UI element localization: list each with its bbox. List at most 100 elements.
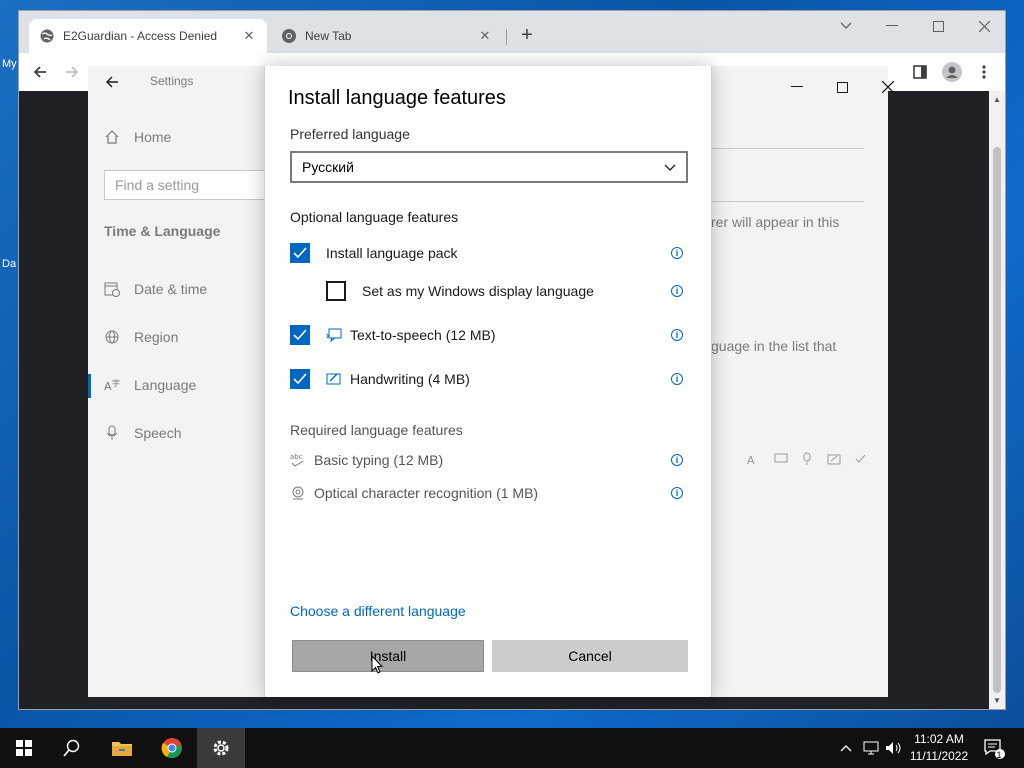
close-window-icon[interactable] (961, 11, 1007, 41)
required-feature-basic-typing: abc Basic typing (12 MB) i (290, 450, 688, 470)
feature-label: Basic typing (12 MB) (314, 452, 444, 468)
home-icon (104, 129, 120, 145)
minimize-icon[interactable] (869, 11, 915, 41)
globe-icon (39, 28, 55, 44)
sidebar-item-language[interactable]: A字 Language (104, 377, 196, 393)
taskbar-clock[interactable]: 11:02 AM 11/11/2022 (904, 731, 974, 765)
chevron-down-icon (664, 159, 676, 175)
abc-check-icon (855, 454, 866, 463)
chevron-up-icon[interactable] (838, 728, 854, 768)
network-icon[interactable] (862, 728, 882, 768)
abc-check-icon: abc (290, 452, 306, 468)
checkbox-checked-icon[interactable] (290, 369, 310, 389)
sidebar-item-label: Region (134, 329, 179, 345)
info-icon[interactable]: i (671, 487, 683, 499)
taskbar: 11:02 AM 11/11/2022 1 (0, 728, 1024, 768)
minimize-icon[interactable] (774, 72, 820, 102)
search-icon[interactable] (48, 728, 96, 768)
svg-text:A: A (104, 380, 112, 393)
maximize-icon[interactable] (819, 72, 865, 102)
chrome-icon (281, 28, 297, 44)
back-arrow-icon[interactable] (104, 74, 120, 90)
section-title: Time & Language (104, 223, 221, 239)
info-icon[interactable]: i (671, 373, 683, 385)
back-arrow-icon[interactable] (27, 59, 53, 85)
calendar-clock-icon (104, 281, 120, 297)
scroll-down-icon[interactable]: ▼ (993, 696, 1001, 705)
info-icon[interactable]: i (671, 285, 683, 297)
tab-divider (506, 29, 507, 45)
settings-gear-icon[interactable] (197, 728, 245, 768)
desktop-icon-label[interactable]: My (2, 58, 17, 70)
feature-label: Optical character recognition (1 MB) (314, 485, 539, 501)
selected-language: Русский (302, 159, 354, 175)
desktop-icon-label[interactable]: Da (2, 258, 16, 270)
new-tab-button[interactable]: + (515, 23, 539, 47)
feature-label: Handwriting (4 MB) (350, 371, 470, 387)
feature-icons-row: A (747, 450, 867, 468)
bg-field (711, 178, 864, 202)
sidebar-item-label: Language (134, 377, 197, 393)
mouse-cursor-icon (371, 654, 385, 675)
dialog-title: Install language features (288, 87, 506, 109)
preferred-language-dropdown[interactable]: Русский (290, 151, 688, 183)
globe-icon (104, 329, 120, 345)
microphone-icon (104, 425, 120, 441)
feature-set-display-language[interactable]: Set as my Windows display language i (290, 279, 688, 303)
scroll-thumb[interactable] (993, 147, 1001, 693)
background-text: rer will appear in this (711, 214, 840, 230)
choose-different-language-link[interactable]: Choose a different language (290, 603, 466, 619)
feature-handwriting[interactable]: Handwriting (4 MB) i (290, 367, 688, 391)
settings-search-input[interactable]: Find a setting (104, 170, 274, 200)
language-icon: A (747, 454, 755, 466)
divider (711, 148, 864, 149)
clock-date: 11/11/2022 (909, 749, 969, 763)
clock-time: 11:02 AM (914, 732, 964, 746)
install-button[interactable]: Install (292, 640, 484, 672)
sidebar-item-label: Date & time (134, 281, 208, 297)
tab-access-denied[interactable]: E2Guardian - Access Denied ✕ (29, 19, 267, 53)
file-explorer-icon[interactable] (98, 728, 146, 768)
sidebar-item-date-time[interactable]: Date & time (104, 281, 207, 297)
install-language-dialog: Install language features Preferred lang… (264, 66, 712, 697)
close-tab-icon[interactable]: ✕ (241, 28, 257, 44)
chrome-icon[interactable] (148, 728, 196, 768)
windows-start-icon[interactable] (0, 728, 48, 768)
microphone-icon (803, 452, 811, 465)
info-icon[interactable]: i (671, 454, 683, 466)
ocr-icon (290, 485, 306, 501)
forward-arrow-icon[interactable] (59, 59, 85, 85)
info-icon[interactable]: i (671, 329, 683, 341)
feature-label: Install language pack (326, 245, 458, 261)
info-icon[interactable]: i (671, 247, 683, 259)
required-feature-ocr: Optical character recognition (1 MB) i (290, 483, 688, 503)
sidebar-item-region[interactable]: Region (104, 329, 178, 345)
profile-avatar-icon[interactable] (939, 59, 965, 85)
kebab-menu-icon[interactable] (971, 59, 997, 85)
sidebar-item-speech[interactable]: Speech (104, 425, 181, 441)
background-text: guage in the list that (711, 338, 837, 354)
handwriting-icon (326, 371, 342, 387)
checkbox-checked-icon[interactable] (290, 243, 310, 263)
feature-label: Set as my Windows display language (362, 283, 594, 299)
close-tab-icon[interactable]: ✕ (477, 28, 493, 44)
settings-header-title: Settings (150, 74, 194, 88)
checkbox-unchecked-icon[interactable] (326, 281, 346, 301)
selected-indicator (88, 374, 91, 398)
sidebar-item-home[interactable]: Home (104, 129, 171, 145)
cancel-button[interactable]: Cancel (492, 640, 688, 672)
close-window-icon[interactable] (865, 72, 911, 102)
feature-install-language-pack[interactable]: Install language pack i (290, 241, 688, 265)
feature-text-to-speech[interactable]: Text-to-speech (12 MB) i (290, 323, 688, 347)
speech-bubble-icon (774, 453, 787, 463)
svg-text:A: A (747, 454, 755, 466)
notification-center-icon[interactable]: 1 (980, 728, 1008, 768)
tab-search-icon[interactable] (823, 11, 869, 41)
checkbox-checked-icon[interactable] (290, 325, 310, 345)
maximize-icon[interactable] (915, 11, 961, 41)
scroll-up-icon[interactable]: ▲ (993, 95, 1001, 104)
tab-new-tab[interactable]: New Tab ✕ (271, 19, 503, 53)
scrollbar[interactable]: ▲ ▼ (989, 91, 1005, 709)
notification-count: 1 (996, 750, 1002, 760)
volume-icon[interactable] (884, 728, 904, 768)
